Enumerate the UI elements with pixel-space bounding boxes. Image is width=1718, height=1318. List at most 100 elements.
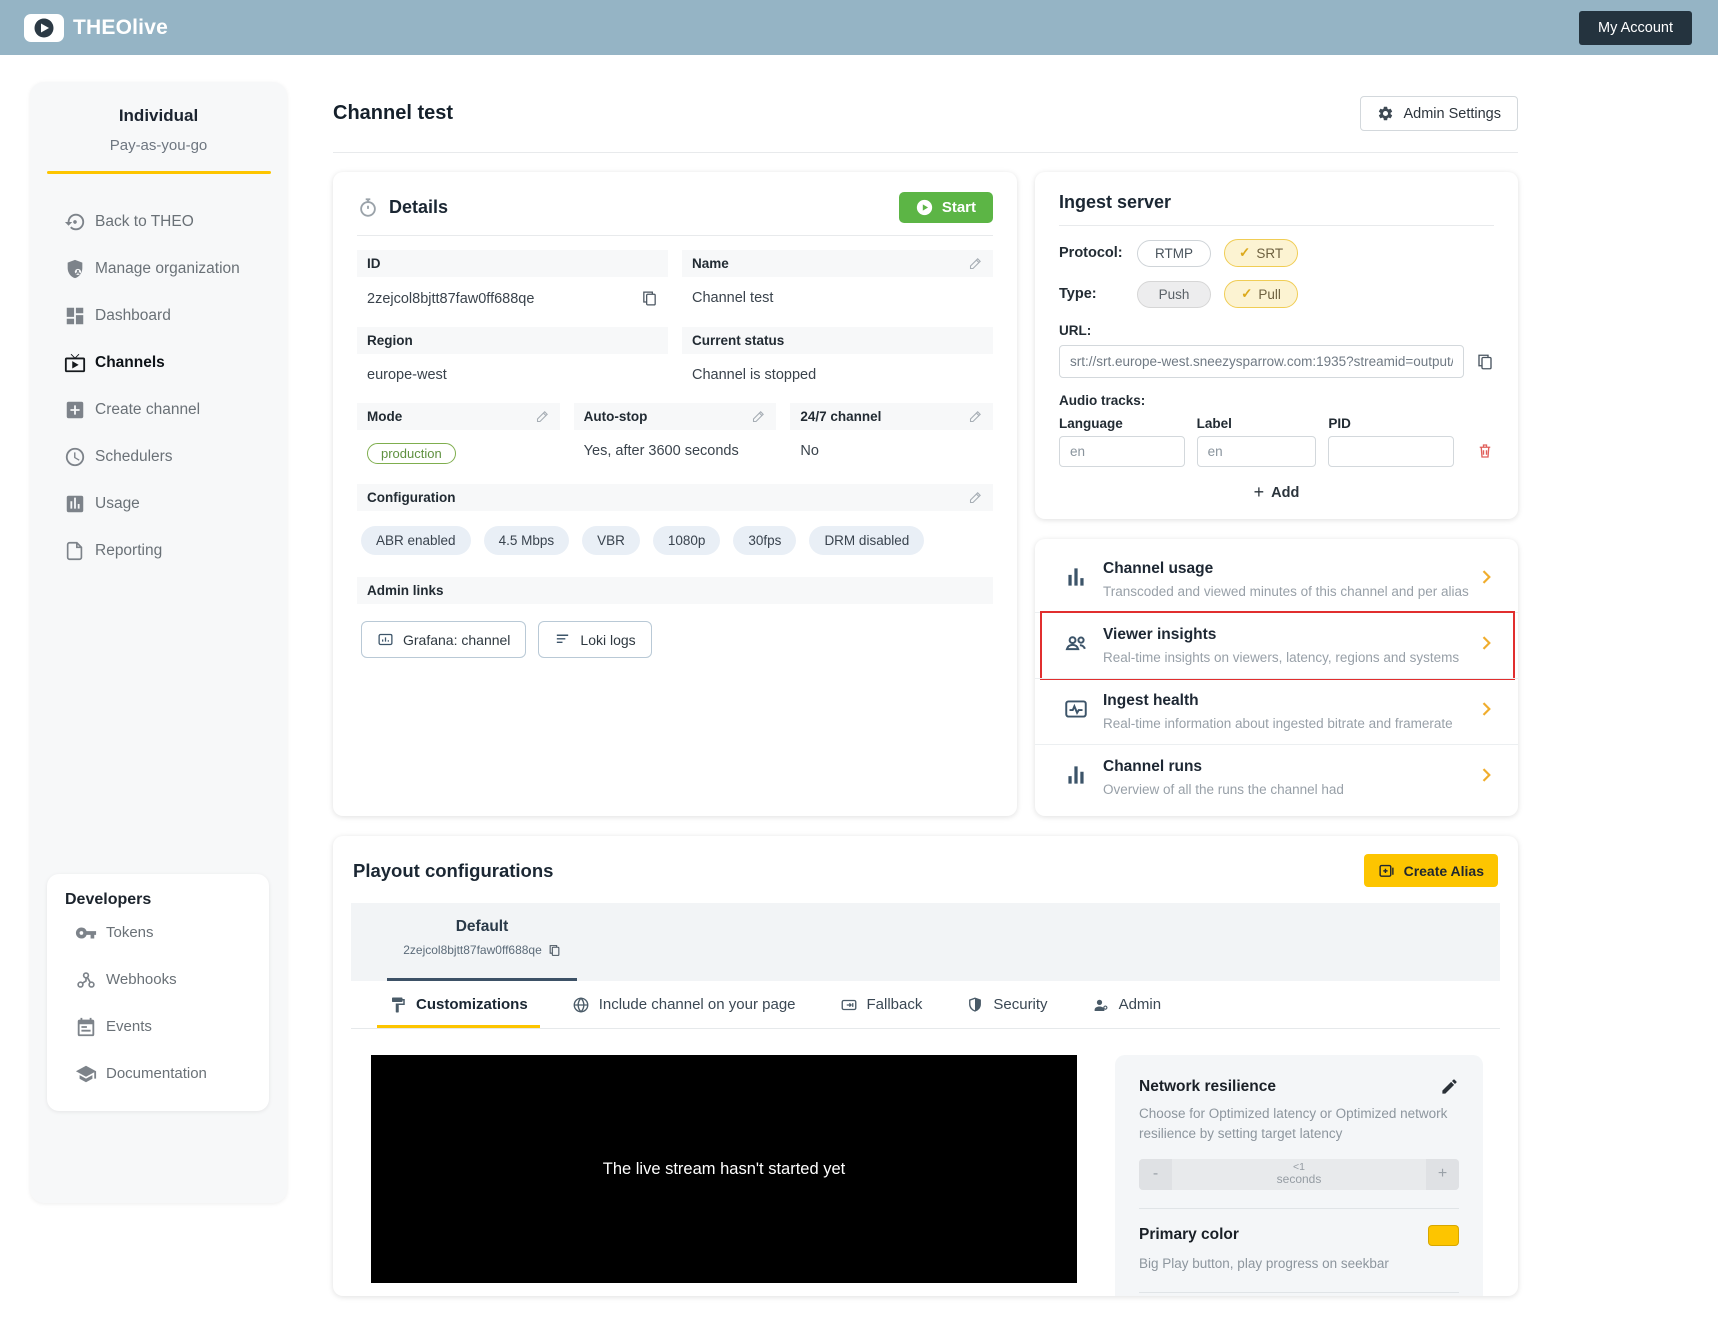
type-pull-pill[interactable]: ✓Pull <box>1224 280 1298 308</box>
loki-logs-button[interactable]: Loki logs <box>538 621 651 658</box>
sidebar-item-reporting[interactable]: Reporting <box>30 527 287 574</box>
edit-icon[interactable] <box>968 256 983 271</box>
sidebar-item-label: Tokens <box>106 924 154 941</box>
tv-icon <box>64 352 86 374</box>
chevron-right-icon <box>1476 699 1496 724</box>
channel-runs-link[interactable]: Channel runs Overview of all the runs th… <box>1035 744 1518 810</box>
timer-icon <box>357 197 379 219</box>
sidebar-item-dashboard[interactable]: Dashboard <box>30 292 287 339</box>
protocol-label: Protocol: <box>1059 245 1137 261</box>
autostop-value: Yes, after 3600 seconds <box>584 443 739 459</box>
edit-icon[interactable] <box>751 409 766 424</box>
divider <box>1139 1292 1459 1293</box>
edit-icon[interactable] <box>968 409 983 424</box>
start-label: Start <box>942 199 976 216</box>
sidebar-item-channels[interactable]: Channels <box>30 339 287 386</box>
copy-icon[interactable] <box>641 290 658 307</box>
config-chip: 1080p <box>653 526 721 555</box>
sidebar-item-label: Manage organization <box>95 260 240 278</box>
viewer-insights-link[interactable]: Viewer insights Real-time insights on vi… <box>1035 612 1518 678</box>
alias-id: 2zejcol8bjtt87faw0ff688qe <box>403 943 542 957</box>
network-resilience-title: Network resilience <box>1139 1078 1276 1096</box>
sidebar-item-label: Events <box>106 1018 152 1035</box>
url-input[interactable] <box>1059 345 1464 378</box>
edit-icon[interactable] <box>535 409 550 424</box>
ingest-title: Ingest server <box>1059 192 1171 213</box>
type-push-pill[interactable]: Push <box>1137 281 1211 308</box>
sidebar-item-usage[interactable]: Usage <box>30 480 287 527</box>
tab-include-channel[interactable]: Include channel on your page <box>572 981 796 1028</box>
playout-subtabs: Customizations Include channel on your p… <box>351 981 1500 1029</box>
brand-name: THEOlive <box>73 16 168 40</box>
pid-input[interactable] <box>1328 436 1454 467</box>
stepper-minus-button[interactable]: - <box>1139 1159 1172 1190</box>
graduation-cap-icon <box>75 1063 97 1085</box>
developers-card: Developers Tokens Webhooks Events Docume… <box>47 874 269 1111</box>
grafana-channel-button[interactable]: Grafana: channel <box>361 621 526 658</box>
region-value: europe-west <box>367 367 447 383</box>
admin-settings-label: Admin Settings <box>1403 106 1501 122</box>
label-input[interactable] <box>1197 436 1317 467</box>
sidebar-item-label: Back to THEO <box>95 213 194 231</box>
edit-icon[interactable] <box>968 490 983 505</box>
admin-settings-button[interactable]: Admin Settings <box>1360 96 1518 131</box>
id-value: 2zejcol8bjtt87faw0ff688qe <box>367 291 534 307</box>
divider <box>1139 1208 1459 1209</box>
calendar-icon <box>75 1016 97 1038</box>
movie-icon <box>840 996 858 1014</box>
my-account-button[interactable]: My Account <box>1579 11 1692 45</box>
status-value: Channel is stopped <box>692 367 816 383</box>
globe-icon <box>572 996 590 1014</box>
tab-security[interactable]: Security <box>966 981 1047 1028</box>
video-player[interactable]: The live stream hasn't started yet <box>371 1055 1077 1283</box>
primary-color-swatch[interactable] <box>1428 1225 1459 1246</box>
language-input[interactable] <box>1059 436 1185 467</box>
link-title: Channel usage <box>1103 560 1476 578</box>
sidebar-item-manage-organization[interactable]: Manage organization <box>30 245 287 292</box>
edit-icon[interactable] <box>1440 1077 1459 1096</box>
sidebar-item-label: Webhooks <box>106 971 177 988</box>
customization-settings-panel: Network resilience Choose for Optimized … <box>1115 1055 1483 1296</box>
protocol-rtmp-pill[interactable]: RTMP <box>1137 240 1211 267</box>
status-label: Current status <box>692 333 784 348</box>
sidebar-item-documentation[interactable]: Documentation <box>63 1050 255 1097</box>
add-box-icon <box>1378 862 1395 879</box>
copy-icon[interactable] <box>1476 353 1494 371</box>
trash-icon[interactable] <box>1476 442 1494 460</box>
pulse-icon <box>1063 696 1103 727</box>
chevron-right-icon <box>1476 633 1496 658</box>
details-title: Details <box>389 197 448 218</box>
add-audio-track-button[interactable]: + Add <box>1059 482 1494 503</box>
clock-icon <box>64 446 86 468</box>
copy-icon[interactable] <box>548 944 561 957</box>
channel-usage-link[interactable]: Channel usage Transcoded and viewed minu… <box>1035 547 1518 612</box>
sidebar: Individual Pay-as-you-go Back to THEO Ma… <box>30 82 287 1203</box>
tab-label: Customizations <box>416 996 528 1013</box>
sidebar-item-tokens[interactable]: Tokens <box>63 909 255 956</box>
config-chip: ABR enabled <box>361 526 471 555</box>
tab-admin[interactable]: Admin <box>1092 981 1162 1028</box>
create-alias-label: Create Alias <box>1404 863 1484 879</box>
network-resilience-desc: Choose for Optimized latency or Optimize… <box>1139 1104 1459 1145</box>
mode-label: Mode <box>367 409 402 424</box>
protocol-srt-pill[interactable]: ✓SRT <box>1224 239 1298 267</box>
player-message: The live stream hasn't started yet <box>603 1160 846 1179</box>
sidebar-item-create-channel[interactable]: Create channel <box>30 386 287 433</box>
tab-customizations[interactable]: Customizations <box>389 981 528 1028</box>
start-button[interactable]: Start <box>899 192 993 223</box>
sidebar-item-back-to-theo[interactable]: Back to THEO <box>30 198 287 245</box>
alias-tab-default[interactable]: Default 2zejcol8bjtt87faw0ff688qe <box>387 903 577 981</box>
sidebar-item-events[interactable]: Events <box>63 1003 255 1050</box>
check-icon: ✓ <box>1239 245 1250 261</box>
sidebar-item-label: Documentation <box>106 1065 207 1082</box>
sidebar-item-webhooks[interactable]: Webhooks <box>63 956 255 1003</box>
play-logo-icon <box>24 14 64 42</box>
admin-links-label: Admin links <box>367 583 444 598</box>
sidebar-item-schedulers[interactable]: Schedulers <box>30 433 287 480</box>
tab-fallback[interactable]: Fallback <box>840 981 923 1028</box>
ingest-health-link[interactable]: Ingest health Real-time information abou… <box>1035 678 1518 744</box>
config-chip: DRM disabled <box>809 526 924 555</box>
stepper-plus-button[interactable]: + <box>1426 1159 1459 1190</box>
create-alias-button[interactable]: Create Alias <box>1364 854 1498 887</box>
config-chip: 4.5 Mbps <box>484 526 570 555</box>
